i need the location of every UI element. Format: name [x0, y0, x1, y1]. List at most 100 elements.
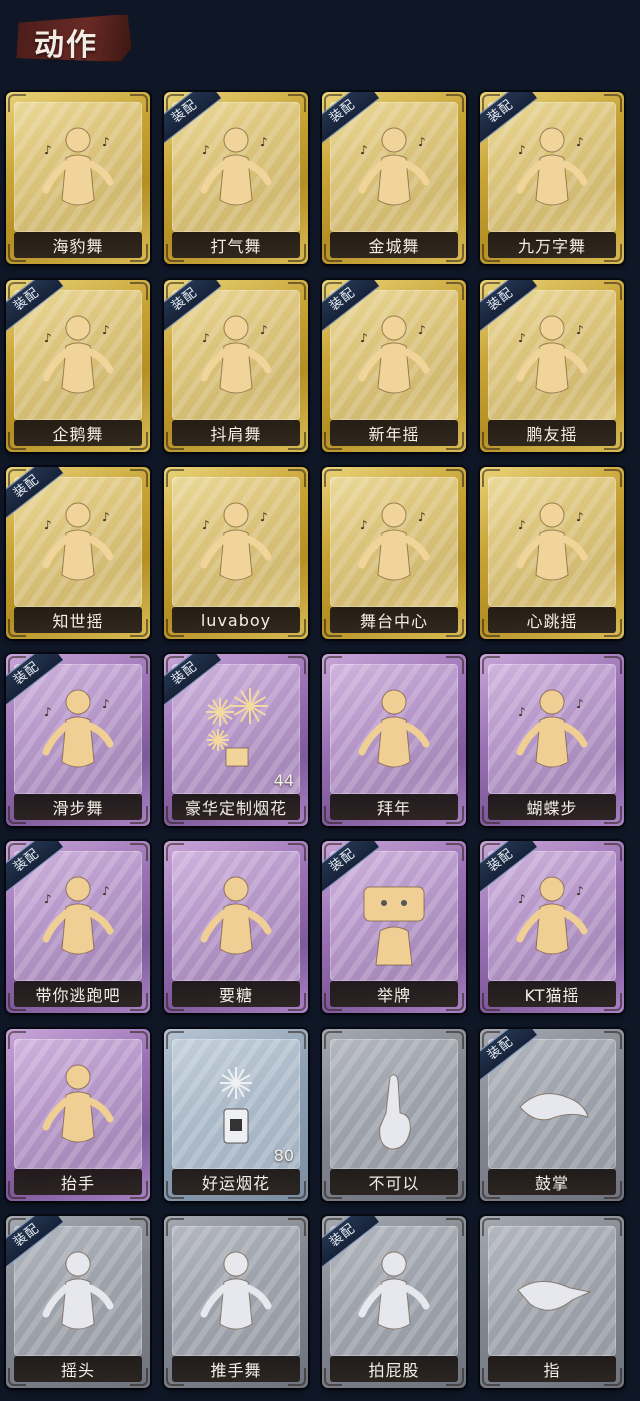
emote-name: 蝴蝶步 [526, 799, 578, 818]
emote-name: 拜年 [376, 799, 411, 818]
emote-name: 新年摇 [368, 425, 420, 444]
svg-text:♪: ♪ [418, 510, 426, 524]
card-name-bar: KT猫摇 [488, 981, 616, 1007]
figure-icon [194, 869, 278, 969]
svg-text:♪: ♪ [44, 143, 52, 157]
card-corner-ornament [324, 656, 342, 674]
emote-card[interactable]: ♪ ♪ 打气舞 装配 [164, 92, 308, 264]
svg-text:♪: ♪ [576, 697, 584, 711]
emote-name: 摇头 [60, 1361, 95, 1380]
card-corner-ornament [446, 1218, 464, 1236]
emote-name: KT猫摇 [524, 986, 580, 1005]
point-icon [510, 1244, 594, 1344]
card-corner-ornament [604, 94, 622, 112]
emote-card[interactable]: 拍屁股 装配 [322, 1216, 466, 1388]
dancer-icon: ♪ ♪ [510, 682, 594, 782]
emote-card[interactable]: ♪ ♪ luvaboy [164, 467, 308, 639]
dancer-icon: ♪ ♪ [194, 120, 278, 220]
dancer-icon: ♪ ♪ [352, 495, 436, 595]
emote-card[interactable]: ♪ ♪ 企鹅舞 装配 [6, 280, 150, 452]
emote-card[interactable]: ♪ ♪ 带你逃跑吧 装配 [6, 841, 150, 1013]
svg-text:♪: ♪ [44, 705, 52, 719]
emote-name: 豪华定制烟花 [184, 799, 287, 818]
emote-card[interactable]: 不可以 [322, 1029, 466, 1201]
emote-card[interactable]: 要糖 [164, 841, 308, 1013]
dancer-icon: ♪ ♪ [36, 869, 120, 969]
svg-text:♪: ♪ [202, 518, 210, 532]
emote-card[interactable]: ♪ ♪ 心跳摇 [480, 467, 624, 639]
dancer-icon: ♪ ♪ [36, 682, 120, 782]
svg-text:♪: ♪ [260, 323, 268, 337]
bow-icon [352, 682, 436, 782]
svg-text:♪: ♪ [260, 135, 268, 149]
dancer-icon: ♪ ♪ [510, 869, 594, 969]
dancer-icon: ♪ ♪ [352, 308, 436, 408]
card-corner-ornament [446, 94, 464, 112]
dancer-icon: ♪ ♪ [36, 120, 120, 220]
card-corner-ornament [8, 1031, 26, 1049]
card-name-bar: 要糖 [172, 981, 300, 1007]
emote-name: 企鹅舞 [52, 425, 104, 444]
emote-name: 海豹舞 [52, 237, 104, 256]
card-corner-ornament [166, 469, 184, 487]
card-name-bar: 豪华定制烟花 [172, 794, 300, 820]
svg-text:♪: ♪ [360, 331, 368, 345]
svg-text:♪: ♪ [44, 518, 52, 532]
svg-text:♪: ♪ [418, 135, 426, 149]
figure-icon [352, 1244, 436, 1344]
figure-icon [36, 1244, 120, 1344]
emote-card[interactable]: 抬手 [6, 1029, 150, 1201]
emote-card[interactable]: ♪ ♪ 海豹舞 [6, 92, 150, 264]
card-corner-ornament [288, 469, 306, 487]
emote-card[interactable]: ♪ ♪ 舞台中心 [322, 467, 466, 639]
emote-name: 举牌 [376, 986, 411, 1005]
svg-text:♪: ♪ [360, 143, 368, 157]
emote-name: 带你逃跑吧 [35, 986, 121, 1005]
emote-card[interactable]: 鼓掌 装配 [480, 1029, 624, 1201]
emote-name: 好运烟花 [201, 1174, 270, 1193]
emote-card[interactable]: ♪ ♪ 蝴蝶步 [480, 654, 624, 826]
card-name-bar: 拍屁股 [330, 1356, 458, 1382]
emote-card[interactable]: ♪ ♪ 鹏友摇 装配 [480, 280, 624, 452]
emote-card[interactable]: ♪ ♪ 知世摇 装配 [6, 467, 150, 639]
emote-card[interactable]: 80 好运烟花 [164, 1029, 308, 1201]
emote-card[interactable]: 举牌 装配 [322, 841, 466, 1013]
item-count: 44 [273, 771, 294, 790]
card-corner-ornament [604, 1218, 622, 1236]
emote-card[interactable]: ♪ ♪ 九万字舞 装配 [480, 92, 624, 264]
card-corner-ornament [604, 843, 622, 861]
card-corner-ornament [130, 282, 148, 300]
emote-card[interactable]: ♪ ♪ 抖肩舞 装配 [164, 280, 308, 452]
svg-text:♪: ♪ [518, 892, 526, 906]
card-name-bar: 不可以 [330, 1169, 458, 1195]
sign-icon [352, 869, 436, 969]
svg-text:♪: ♪ [44, 892, 52, 906]
emote-name: 鼓掌 [534, 1174, 569, 1193]
card-corner-ornament [130, 1031, 148, 1049]
card-name-bar: 好运烟花 [172, 1169, 300, 1195]
emote-card[interactable]: ♪ ♪ 新年摇 装配 [322, 280, 466, 452]
dancer-icon: ♪ ♪ [36, 308, 120, 408]
emote-card[interactable]: 推手舞 [164, 1216, 308, 1388]
emote-name: 九万字舞 [517, 237, 586, 256]
emote-card[interactable]: 拜年 [322, 654, 466, 826]
emote-card[interactable]: ♪ ♪ 金城舞 装配 [322, 92, 466, 264]
card-name-bar: 蝴蝶步 [488, 794, 616, 820]
emote-card[interactable]: 摇头 装配 [6, 1216, 150, 1388]
card-corner-ornament [166, 1218, 184, 1236]
card-corner-ornament [482, 469, 500, 487]
card-corner-ornament [288, 1031, 306, 1049]
emote-name: 抬手 [60, 1174, 95, 1193]
emote-card[interactable]: ♪ ♪ 滑步舞 装配 [6, 654, 150, 826]
svg-text:♪: ♪ [576, 884, 584, 898]
svg-text:♪: ♪ [518, 518, 526, 532]
svg-text:♪: ♪ [202, 331, 210, 345]
card-corner-ornament [482, 1218, 500, 1236]
card-corner-ornament [288, 1218, 306, 1236]
emote-card[interactable]: 指 [480, 1216, 624, 1388]
clap-icon [510, 1057, 594, 1157]
card-name-bar: 滑步舞 [14, 794, 142, 820]
emote-card[interactable]: ♪ ♪ KT猫摇 装配 [480, 841, 624, 1013]
emote-card[interactable]: 44 豪华定制烟花 装配 [164, 654, 308, 826]
emote-name: 金城舞 [368, 237, 420, 256]
